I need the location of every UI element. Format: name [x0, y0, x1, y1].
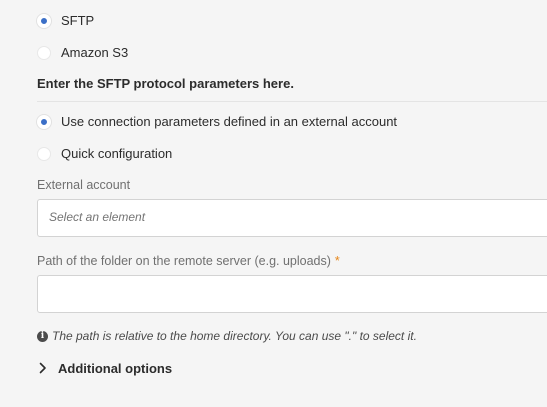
folder-path-input[interactable]	[37, 275, 547, 313]
radio-external-account-label: Use connection parameters defined in an …	[61, 114, 398, 129]
required-marker: *	[334, 254, 340, 268]
radio-external-account[interactable]: Use connection parameters defined in an …	[37, 114, 397, 129]
radio-amazon-s3[interactable]: Amazon S3	[37, 45, 128, 60]
radio-sftp-label: SFTP	[61, 13, 95, 28]
sftp-section-heading: Enter the SFTP protocol parameters here.	[37, 76, 294, 91]
folder-path-label-text: Path of the folder on the remote server …	[37, 254, 331, 268]
radio-quick-configuration[interactable]: Quick configuration	[37, 146, 172, 161]
external-account-select[interactable]: Select an element	[37, 199, 547, 237]
radio-button-checked[interactable]	[37, 13, 51, 28]
protocol-settings-panel: SFTP Amazon S3 Enter the SFTP protocol p…	[0, 0, 547, 407]
chevron-right-icon[interactable]	[37, 360, 49, 376]
info-icon: i	[37, 330, 48, 342]
radio-quick-configuration-label: Quick configuration	[61, 146, 173, 161]
radio-sftp[interactable]: SFTP	[37, 13, 94, 28]
radio-button-unchecked[interactable]	[37, 146, 51, 161]
folder-path-help: i The path is relative to the home direc…	[37, 329, 417, 343]
external-account-placeholder: Select an element	[49, 210, 146, 224]
additional-options-toggle[interactable]: Additional options	[37, 360, 172, 376]
folder-path-help-text: The path is relative to the home directo…	[52, 329, 417, 343]
additional-options-label: Additional options	[58, 360, 173, 376]
external-account-label: External account	[37, 178, 131, 192]
section-divider	[37, 101, 547, 102]
radio-button-unchecked[interactable]	[37, 45, 51, 60]
radio-amazon-s3-label: Amazon S3	[61, 45, 129, 60]
folder-path-label: Path of the folder on the remote server …	[37, 254, 340, 268]
radio-button-checked[interactable]	[37, 114, 51, 129]
